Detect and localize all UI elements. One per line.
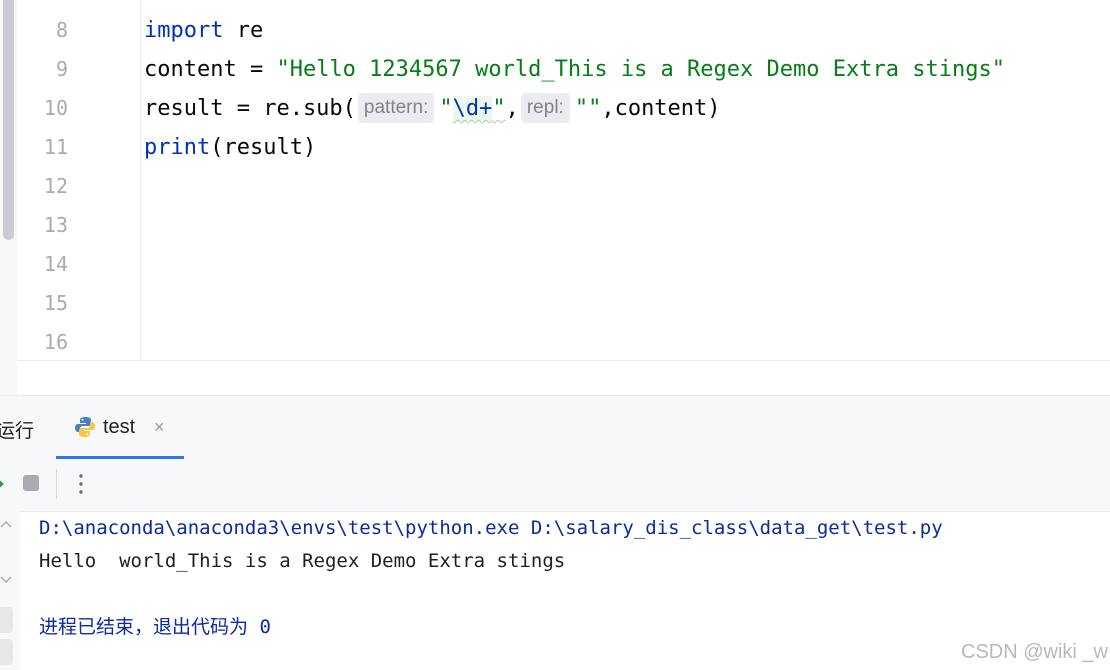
line-number: 12 — [43, 174, 68, 198]
string-quote-open: " — [439, 96, 453, 121]
line-number: 14 — [43, 252, 68, 276]
editor-scrollbar-track[interactable] — [0, 0, 17, 395]
tab-test[interactable]: test × — [56, 396, 184, 459]
console-output-line[interactable]: Hello world_This is a Regex Demo Extra s… — [39, 546, 565, 576]
print-args: (result) — [210, 135, 317, 160]
assignment: content = — [144, 57, 277, 82]
code-line-result[interactable]: result = re.sub(pattern: "\d+", repl: "",co… — [144, 89, 721, 128]
run-panel-title: 运行 — [0, 420, 35, 442]
parameter-hint-repl: repl: — [520, 93, 570, 123]
soft-wrap-icon[interactable] — [0, 607, 13, 633]
code-editor[interactable]: 8 9 10 11 12 13 14 15 16 import re conte… — [0, 0, 1110, 361]
code-line-content[interactable]: content = "Hello 1234567 world_This is a… — [144, 50, 1005, 89]
comma: , — [505, 96, 519, 121]
more-icon[interactable] — [73, 469, 89, 499]
parameter-hint-pattern: pattern: — [357, 93, 435, 123]
console-exit-line[interactable]: 进程已结束，退出代码为 0 — [39, 612, 271, 642]
run-toolbar — [0, 459, 1110, 512]
line-number: 16 — [43, 330, 68, 354]
string-quote-close: " — [492, 96, 506, 121]
line-number: 13 — [43, 213, 68, 237]
console-side-rail — [0, 511, 20, 670]
line-number: 8 — [55, 18, 68, 42]
builtin-print: print — [144, 135, 211, 160]
stop-icon[interactable] — [23, 475, 39, 491]
toolbar-divider — [56, 469, 57, 499]
editor-bottom-spacer — [0, 361, 1110, 395]
python-icon — [75, 417, 95, 437]
call-prefix: result = re.sub( — [144, 96, 356, 121]
run-tool-window-header: 运行 test × — [0, 395, 1110, 460]
empty-string: "" — [574, 96, 602, 121]
close-icon[interactable]: × — [154, 417, 165, 438]
console-command-line[interactable]: D:\anaconda\anaconda3\envs\test\python.e… — [39, 513, 943, 543]
line-number: 11 — [43, 135, 68, 159]
regex-escape: \d+ — [452, 96, 493, 121]
watermark: CSDN @wiki _w — [961, 641, 1108, 663]
rerun-icon[interactable] — [0, 473, 6, 495]
module-name: re — [223, 18, 264, 43]
code-line-print[interactable]: print(result) — [144, 128, 316, 167]
call-suffix: ,content) — [601, 96, 721, 121]
chevron-up-icon[interactable] — [0, 517, 12, 531]
line-number: 15 — [43, 291, 68, 315]
string-literal: "Hello 1234567 world_This is a Regex Dem… — [276, 57, 1005, 82]
code-line-import[interactable]: import re — [144, 11, 263, 50]
scroll-to-end-icon[interactable] — [0, 639, 13, 665]
keyword-import: import — [144, 18, 224, 43]
chevron-down-icon[interactable] — [0, 573, 12, 587]
line-number: 9 — [55, 57, 68, 81]
tab-label: test — [103, 416, 136, 438]
line-number: 10 — [43, 96, 68, 120]
editor-scrollbar-thumb[interactable] — [3, 0, 14, 240]
